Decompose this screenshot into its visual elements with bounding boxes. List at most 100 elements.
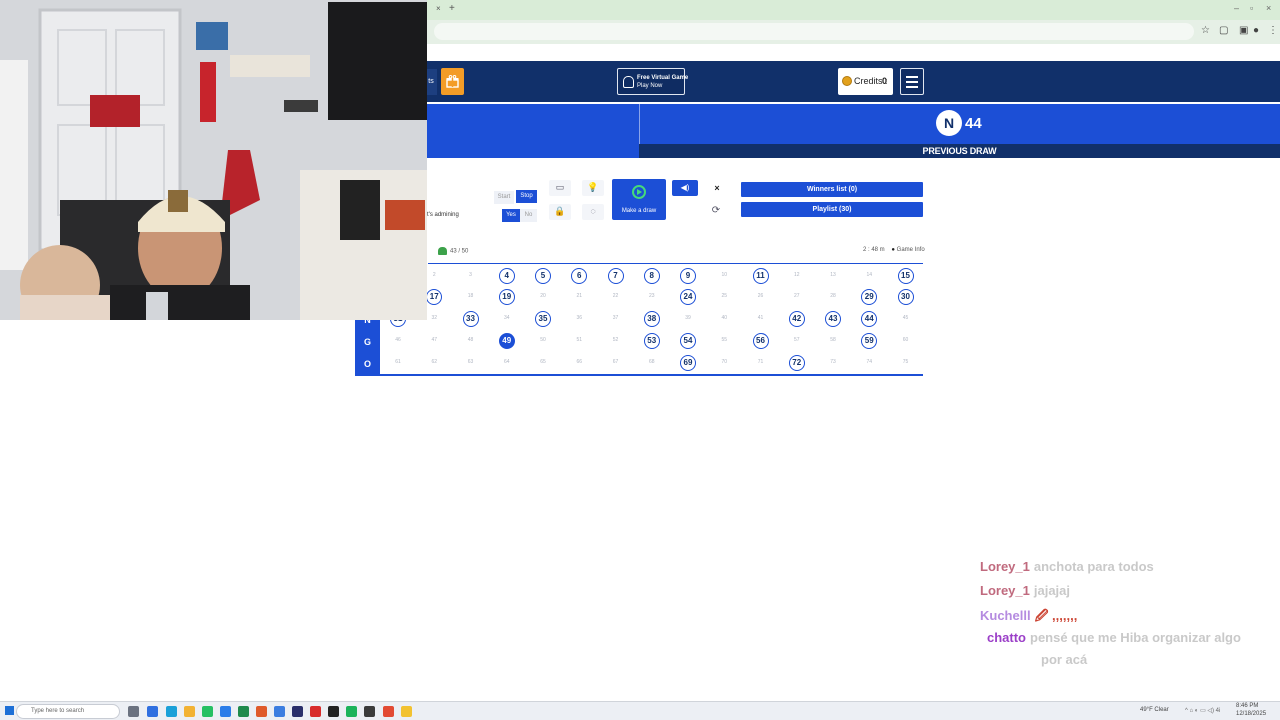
dark-app-icon[interactable]: [364, 706, 375, 717]
bingo-number-61: 61: [395, 359, 401, 365]
bingo-number-8: 8: [643, 268, 660, 284]
chrome-active-icon[interactable]: [383, 706, 394, 717]
star-icon[interactable]: ☆: [1201, 25, 1210, 36]
bingo-number-75: 75: [902, 359, 909, 365]
bingo-number-66: 66: [576, 359, 583, 365]
bingo-number-51: 51: [576, 337, 583, 343]
calculator-icon[interactable]: [256, 706, 267, 717]
bingo-number-19: 19: [498, 289, 515, 305]
window-close-icon[interactable]: ×: [1266, 3, 1271, 13]
weather-text[interactable]: 49°F Clear: [1140, 707, 1169, 713]
taskbar: Type here to search 49°F Clear ^ ⌂ ◐ ▭ ◁…: [0, 701, 1280, 720]
board-bottom-line: [355, 374, 923, 376]
bingo-number-41: 41: [757, 315, 764, 321]
game-timer: 2 : 48 m: [863, 247, 885, 253]
previous-draw-letter: N: [936, 110, 962, 136]
bingo-number-54: 54: [680, 333, 696, 349]
task-view-icon[interactable]: [128, 706, 139, 717]
taskbar-search-input[interactable]: Type here to search: [16, 704, 120, 719]
winners-list-button[interactable]: Winners list (0): [741, 182, 923, 197]
credits-display[interactable]: Credits : 0: [838, 68, 893, 95]
board-meta: 2 : 48 m ● Game Info: [863, 247, 925, 253]
bingo-number-13: 13: [830, 272, 836, 278]
chat-message: chatto pensé que me Hiba organizar algo: [987, 630, 1277, 645]
letter-g: G: [363, 337, 371, 347]
tray-icons[interactable]: ^ ⌂ ◐ ▭ ◁) 4i: [1185, 707, 1220, 714]
bingo-number-43: 43: [825, 311, 841, 327]
puzzle-icon[interactable]: ▣: [1239, 25, 1248, 36]
bingo-number-72: 72: [788, 355, 805, 371]
chat-username: Lorey_1: [980, 583, 1030, 598]
chat-username: Kuchelll: [980, 608, 1031, 623]
bingo-number-47: 47: [431, 337, 438, 343]
bingo-number-38: 38: [643, 311, 660, 327]
extension-icon[interactable]: ▢: [1219, 25, 1228, 36]
admin-status-text: t's admining: [427, 212, 459, 218]
previous-draw-number: 44: [965, 115, 982, 132]
clock-time[interactable]: 8:46 PM: [1236, 703, 1258, 709]
gift-icon: [446, 75, 459, 88]
start-toggle[interactable]: Start: [494, 191, 514, 204]
bingo-number-37: 37: [612, 315, 619, 321]
chat-message: Lorey_1 jajajaj: [980, 583, 1270, 598]
free-virtual-game-button[interactable]: Free Virtual Game Play Now: [617, 68, 688, 95]
bingo-number-2: 2: [432, 272, 436, 278]
app-icon[interactable]: [292, 706, 303, 717]
bingo-number-10: 10: [721, 272, 728, 278]
maximize-icon[interactable]: ▫: [1250, 3, 1253, 13]
profile-icon[interactable]: ●: [1253, 25, 1259, 36]
tab-close-icon[interactable]: ×: [436, 4, 441, 13]
make-a-draw-button[interactable]: Make a draw: [612, 179, 666, 220]
play-icon: [632, 185, 646, 199]
refresh-button[interactable]: ⟳: [706, 203, 726, 219]
game-info-link[interactable]: Game Info: [897, 247, 925, 253]
file-explorer-icon[interactable]: [184, 706, 195, 717]
folder-icon[interactable]: [401, 706, 412, 717]
minimize-icon[interactable]: –: [1234, 3, 1239, 13]
webcam-video: [0, 0, 427, 320]
bingo-number-50: 50: [540, 337, 546, 343]
bulb-button[interactable]: 💡: [582, 180, 604, 196]
bingo-number-46: 46: [395, 337, 401, 343]
webcam-overlay: [0, 0, 427, 320]
bingo-number-23: 23: [648, 293, 655, 299]
monitor-button[interactable]: ▭: [549, 180, 571, 196]
bingo-number-48: 48: [467, 337, 474, 343]
edge-icon[interactable]: [147, 706, 158, 717]
youtube-icon[interactable]: [310, 706, 321, 717]
whatsapp-icon[interactable]: [202, 706, 213, 717]
url-input[interactable]: [434, 23, 1194, 40]
clock-date[interactable]: 12/18/2025: [1236, 711, 1266, 717]
store-icon[interactable]: [220, 706, 231, 717]
bingo-number-73: 73: [830, 359, 836, 365]
excel-icon[interactable]: [238, 706, 249, 717]
chat-username: chatto: [987, 630, 1026, 645]
bingo-number-21: 21: [576, 293, 583, 299]
chat-message-continued: por acá: [1041, 652, 1280, 667]
bingo-number-14: 14: [866, 272, 873, 278]
new-tab-icon[interactable]: +: [449, 3, 455, 14]
obs-icon[interactable]: [328, 706, 339, 717]
playlist-button[interactable]: Playlist (30): [741, 202, 923, 217]
volume-button[interactable]: ◀): [672, 180, 698, 196]
browser-icon[interactable]: [166, 706, 177, 717]
bingo-number-59: 59: [861, 333, 878, 349]
bingo-number-7: 7: [607, 268, 624, 284]
green-app-icon[interactable]: [346, 706, 357, 717]
no-toggle[interactable]: No: [520, 209, 537, 222]
bingo-number-27: 27: [793, 293, 800, 299]
windows-start-icon[interactable]: [5, 706, 14, 715]
bingo-number-45: 45: [902, 315, 909, 321]
bingo-number-34: 34: [503, 315, 510, 321]
browser-menu-icon[interactable]: ⋮: [1268, 25, 1278, 36]
close-button[interactable]: ×: [707, 180, 727, 196]
bingo-number-17: 17: [426, 289, 443, 305]
gift-button[interactable]: [441, 68, 464, 95]
chrome-icon[interactable]: [274, 706, 285, 717]
lock-button[interactable]: 🔒: [549, 204, 571, 220]
stop-toggle[interactable]: Stop: [516, 190, 537, 203]
yes-toggle[interactable]: Yes: [502, 209, 520, 222]
chat-text: pensé que me Hiba organizar algo: [1030, 630, 1241, 645]
hamburger-menu-button[interactable]: [900, 68, 924, 95]
chat-button[interactable]: ◌: [582, 204, 604, 220]
